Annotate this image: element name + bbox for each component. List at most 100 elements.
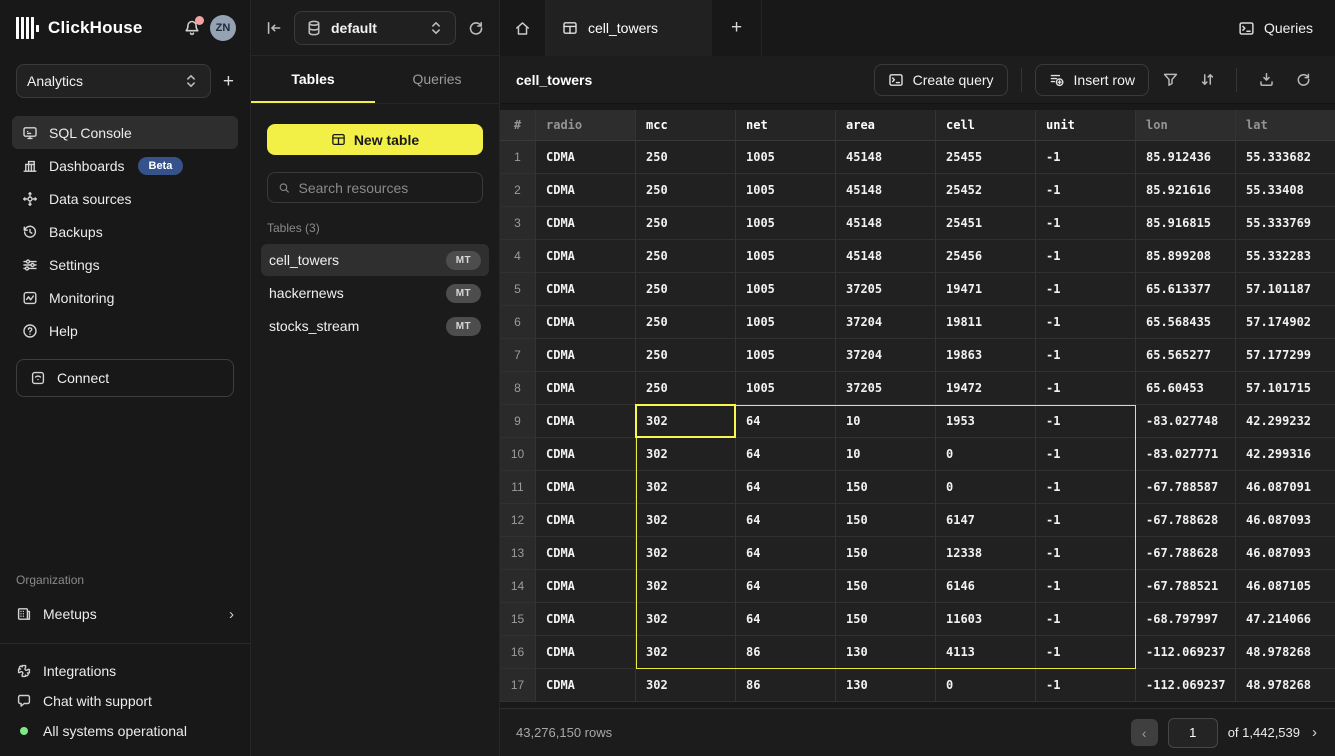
cell-net[interactable]: 86 bbox=[736, 669, 836, 702]
cell-mcc[interactable]: 302 bbox=[636, 537, 736, 570]
cell-lat[interactable]: 42.299232 bbox=[1236, 405, 1335, 438]
cell-radio[interactable]: CDMA bbox=[536, 207, 636, 240]
page-number-input[interactable] bbox=[1168, 718, 1218, 748]
cell-cell[interactable]: 4113 bbox=[936, 636, 1036, 669]
cell-lat[interactable]: 55.332283 bbox=[1236, 240, 1335, 273]
cell-cell[interactable]: 0 bbox=[936, 471, 1036, 504]
cell-net[interactable]: 64 bbox=[736, 537, 836, 570]
cell-cell[interactable]: 25456 bbox=[936, 240, 1036, 273]
new-table-button[interactable]: New table bbox=[267, 124, 483, 155]
cell-net[interactable]: 86 bbox=[736, 636, 836, 669]
sort-button[interactable] bbox=[1191, 64, 1223, 96]
cell-lon[interactable]: 85.916815 bbox=[1136, 207, 1236, 240]
collapse-panel-icon[interactable] bbox=[265, 19, 283, 37]
create-query-button[interactable]: Create query bbox=[874, 64, 1008, 96]
row-number[interactable]: 11 bbox=[500, 471, 536, 504]
cell-lat[interactable]: 57.101715 bbox=[1236, 372, 1335, 405]
cell-area[interactable]: 150 bbox=[836, 504, 936, 537]
cell-mcc[interactable]: 302 bbox=[636, 669, 736, 702]
sidebar-item-data-sources[interactable]: Data sources bbox=[12, 182, 238, 215]
sidebar-item-meetups[interactable]: Meetups › bbox=[0, 597, 250, 631]
row-number[interactable]: 9 bbox=[500, 405, 536, 438]
cell-net[interactable]: 1005 bbox=[736, 372, 836, 405]
cell-cell[interactable]: 25455 bbox=[936, 141, 1036, 174]
cell-area[interactable]: 150 bbox=[836, 570, 936, 603]
cell-lat[interactable]: 57.177299 bbox=[1236, 339, 1335, 372]
row-number[interactable]: 3 bbox=[500, 207, 536, 240]
cell-lon[interactable]: 65.613377 bbox=[1136, 273, 1236, 306]
cell-lat[interactable]: 46.087093 bbox=[1236, 504, 1335, 537]
cell-unit[interactable]: -1 bbox=[1036, 273, 1136, 306]
column-header-lon[interactable]: lon bbox=[1136, 110, 1236, 141]
cell-unit[interactable]: -1 bbox=[1036, 405, 1136, 438]
add-workspace-button[interactable]: + bbox=[223, 72, 234, 91]
cell-cell[interactable]: 0 bbox=[936, 669, 1036, 702]
cell-mcc[interactable]: 250 bbox=[636, 306, 736, 339]
cell-mcc[interactable]: 302 bbox=[636, 471, 736, 504]
cell-mcc[interactable]: 250 bbox=[636, 273, 736, 306]
cell-radio[interactable]: CDMA bbox=[536, 570, 636, 603]
table-item-hackernews[interactable]: hackernews MT bbox=[261, 277, 489, 309]
column-header-net[interactable]: net bbox=[736, 110, 836, 141]
cell-lon[interactable]: -67.788628 bbox=[1136, 537, 1236, 570]
cell-radio[interactable]: CDMA bbox=[536, 273, 636, 306]
cell-cell[interactable]: 19471 bbox=[936, 273, 1036, 306]
filter-button[interactable] bbox=[1154, 64, 1186, 96]
cell-net[interactable]: 64 bbox=[736, 471, 836, 504]
column-header-area[interactable]: area bbox=[836, 110, 936, 141]
row-number[interactable]: 1 bbox=[500, 141, 536, 174]
cell-area[interactable]: 45148 bbox=[836, 207, 936, 240]
row-number[interactable]: 10 bbox=[500, 438, 536, 471]
next-page-button[interactable]: › bbox=[1310, 724, 1319, 741]
cell-area[interactable]: 130 bbox=[836, 669, 936, 702]
column-header-mcc[interactable]: mcc bbox=[636, 110, 736, 141]
table-item-cell-towers[interactable]: cell_towers MT bbox=[261, 244, 489, 276]
cell-unit[interactable]: -1 bbox=[1036, 207, 1136, 240]
cell-area[interactable]: 150 bbox=[836, 603, 936, 636]
row-number[interactable]: 15 bbox=[500, 603, 536, 636]
tab-queries[interactable]: Queries bbox=[375, 56, 499, 103]
cell-unit[interactable]: -1 bbox=[1036, 174, 1136, 207]
tab-cell-towers[interactable]: cell_towers bbox=[546, 0, 712, 56]
cell-area[interactable]: 10 bbox=[836, 438, 936, 471]
cell-cell[interactable]: 25452 bbox=[936, 174, 1036, 207]
notifications-bell-icon[interactable] bbox=[183, 19, 201, 37]
cell-lat[interactable]: 46.087091 bbox=[1236, 471, 1335, 504]
cell-unit[interactable]: -1 bbox=[1036, 603, 1136, 636]
cell-unit[interactable]: -1 bbox=[1036, 669, 1136, 702]
workspace-select[interactable]: Analytics bbox=[16, 64, 211, 98]
cell-net[interactable]: 64 bbox=[736, 504, 836, 537]
cell-unit[interactable]: -1 bbox=[1036, 141, 1136, 174]
cell-lon[interactable]: -67.788521 bbox=[1136, 570, 1236, 603]
cell-area[interactable]: 130 bbox=[836, 636, 936, 669]
cell-net[interactable]: 1005 bbox=[736, 273, 836, 306]
cell-mcc[interactable]: 250 bbox=[636, 207, 736, 240]
system-status[interactable]: All systems operational bbox=[16, 716, 234, 746]
row-number[interactable]: 4 bbox=[500, 240, 536, 273]
sidebar-item-sql-console[interactable]: SQL Console bbox=[12, 116, 238, 149]
cell-lat[interactable]: 47.214066 bbox=[1236, 603, 1335, 636]
cell-lon[interactable]: 65.568435 bbox=[1136, 306, 1236, 339]
cell-unit[interactable]: -1 bbox=[1036, 438, 1136, 471]
cell-lat[interactable]: 57.101187 bbox=[1236, 273, 1335, 306]
cell-net[interactable]: 1005 bbox=[736, 141, 836, 174]
cell-cell[interactable]: 19863 bbox=[936, 339, 1036, 372]
cell-lat[interactable]: 55.33408 bbox=[1236, 174, 1335, 207]
refresh-table-button[interactable] bbox=[1287, 64, 1319, 96]
sidebar-item-dashboards[interactable]: Dashboards Beta bbox=[12, 149, 238, 182]
cell-lat[interactable]: 55.333769 bbox=[1236, 207, 1335, 240]
cell-radio[interactable]: CDMA bbox=[536, 372, 636, 405]
search-box[interactable] bbox=[267, 172, 483, 203]
row-number[interactable]: 16 bbox=[500, 636, 536, 669]
cell-lon[interactable]: -83.027748 bbox=[1136, 405, 1236, 438]
cell-lat[interactable]: 48.978268 bbox=[1236, 669, 1335, 702]
cell-lon[interactable]: -83.027771 bbox=[1136, 438, 1236, 471]
cell-radio[interactable]: CDMA bbox=[536, 603, 636, 636]
sidebar-item-backups[interactable]: Backups bbox=[12, 215, 238, 248]
cell-radio[interactable]: CDMA bbox=[536, 339, 636, 372]
cell-lon[interactable]: 85.921616 bbox=[1136, 174, 1236, 207]
row-number[interactable]: 5 bbox=[500, 273, 536, 306]
cell-cell[interactable]: 12338 bbox=[936, 537, 1036, 570]
cell-mcc[interactable]: 250 bbox=[636, 339, 736, 372]
cell-unit[interactable]: -1 bbox=[1036, 504, 1136, 537]
